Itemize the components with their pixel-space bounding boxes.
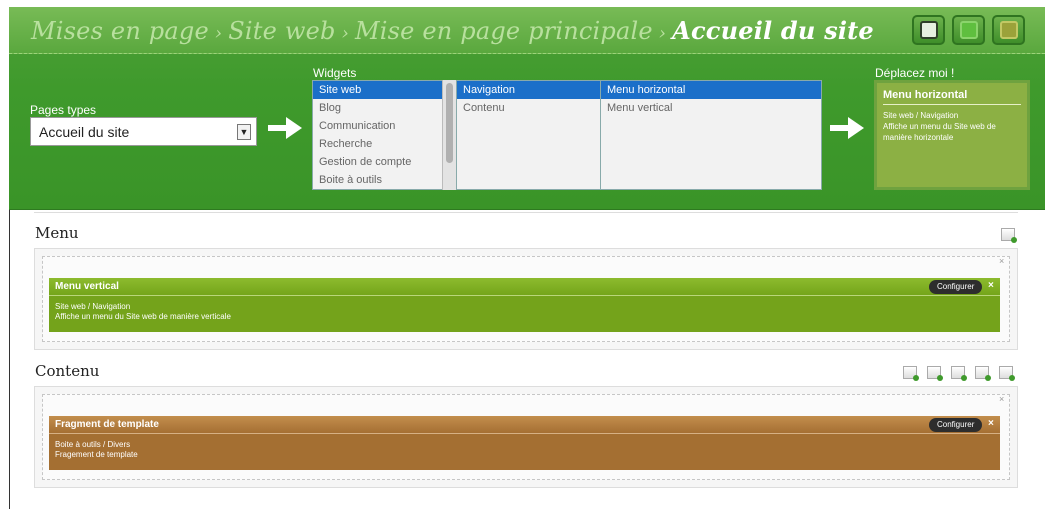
arrow-right-icon xyxy=(830,117,864,139)
widget-title: Fragment de template xyxy=(55,419,159,430)
configure-button[interactable]: Configurer xyxy=(929,280,983,294)
breadcrumb-item-website[interactable]: Site web xyxy=(228,17,335,45)
list-item-subcategory[interactable]: Contenu xyxy=(457,99,600,117)
remove-zone-icon[interactable]: × xyxy=(999,394,1004,404)
preview-title: Menu horizontal xyxy=(883,89,1021,105)
widgets-label: Widgets xyxy=(313,66,357,80)
layout-1col-icon[interactable] xyxy=(903,366,919,381)
scrollbar-thumb[interactable] xyxy=(446,83,453,163)
page-type-selected: Accueil du site xyxy=(39,124,130,140)
widget-header: Menu vertical Configurer × xyxy=(49,278,1000,296)
list-item-widget[interactable]: Menu horizontal xyxy=(601,81,821,99)
breadcrumb: Mises en page › Site web › Mise en page prin… xyxy=(31,16,874,45)
configure-button[interactable]: Configurer xyxy=(929,418,983,432)
layout-3col-icon[interactable] xyxy=(951,366,967,381)
breadcrumb-item-layouts[interactable]: Mises en page xyxy=(31,17,209,45)
breadcrumb-separator: › xyxy=(658,23,667,44)
page-types-label: Pages types xyxy=(30,103,97,117)
close-icon[interactable]: × xyxy=(988,280,994,291)
list-item-widget[interactable]: Menu vertical xyxy=(601,99,821,117)
widget-body: Boite à outils / Divers Fragement de tem… xyxy=(49,434,1000,470)
chevron-down-icon[interactable]: ▼ xyxy=(237,124,251,140)
list-item-category[interactable]: Site web xyxy=(313,81,456,99)
widget-line2: Affiche un menu du Site web de manière v… xyxy=(55,312,231,321)
copy-icon xyxy=(959,21,978,39)
page-type-select[interactable]: Accueil du site ▼ xyxy=(30,117,257,146)
remove-zone-icon[interactable]: × xyxy=(999,256,1004,266)
list-item-category[interactable]: Communication xyxy=(313,117,456,135)
widget-line1: Site web / Navigation xyxy=(55,302,131,311)
arrow-right-icon xyxy=(268,117,302,139)
floppy-icon xyxy=(919,21,938,39)
page-edge xyxy=(9,210,10,509)
section-title-menu: Menu xyxy=(35,224,79,242)
widget-category-list[interactable]: Site web Blog Communication Recherche Ge… xyxy=(312,80,457,190)
drag-hint-label: Déplacez moi ! xyxy=(875,66,955,80)
close-icon[interactable]: × xyxy=(988,418,994,429)
copy-button[interactable] xyxy=(952,15,985,45)
edit-icon xyxy=(999,21,1018,39)
list-item-category[interactable]: Gestion de compte xyxy=(313,153,456,171)
add-widget-icon[interactable] xyxy=(1001,228,1017,243)
edit-button[interactable] xyxy=(992,15,1025,45)
breadcrumb-current: Accueil du site xyxy=(672,16,874,45)
breadcrumb-separator: › xyxy=(341,23,349,44)
section-title-content: Contenu xyxy=(35,362,100,380)
widget-line2: Fragement de template xyxy=(55,450,138,459)
layout-4col-icon[interactable] xyxy=(975,366,991,381)
header-title-bar: Mises en page › Site web › Mise en page prin… xyxy=(9,7,1045,54)
widget-title: Menu vertical xyxy=(55,281,119,292)
list-item-category[interactable]: Blog xyxy=(313,99,456,117)
layout-2col-icon[interactable] xyxy=(927,366,943,381)
widget-header: Fragment de template Configurer × xyxy=(49,416,1000,434)
category-scrollbar[interactable] xyxy=(442,80,456,190)
draggable-widget-preview[interactable]: Menu horizontal Site web / Navigation Af… xyxy=(874,80,1030,190)
divider xyxy=(34,212,1018,213)
widget-subcategory-list[interactable]: Navigation Contenu xyxy=(456,80,601,190)
preview-line1: Site web / Navigation xyxy=(883,111,959,120)
widget-template-fragment[interactable]: Fragment de template Configurer × Boite … xyxy=(49,416,1000,470)
widget-body: Site web / Navigation Affiche un menu du… xyxy=(49,296,1000,332)
widget-item-list[interactable]: Menu horizontal Menu vertical xyxy=(600,80,822,190)
list-item-category[interactable]: Recherche xyxy=(313,135,456,153)
save-button[interactable] xyxy=(912,15,945,45)
preview-line2: Affiche un menu du Site web de manière h… xyxy=(883,122,996,142)
breadcrumb-separator: › xyxy=(214,23,223,44)
widget-menu-vertical[interactable]: Menu vertical Configurer × Site web / Na… xyxy=(49,278,1000,332)
list-item-subcategory[interactable]: Navigation xyxy=(457,81,600,99)
list-item-category[interactable]: Boite à outils xyxy=(313,171,456,189)
widget-line1: Boite à outils / Divers xyxy=(55,440,131,449)
breadcrumb-item-main-layout[interactable]: Mise en page principale xyxy=(355,17,653,45)
layout-5col-icon[interactable] xyxy=(999,366,1015,381)
